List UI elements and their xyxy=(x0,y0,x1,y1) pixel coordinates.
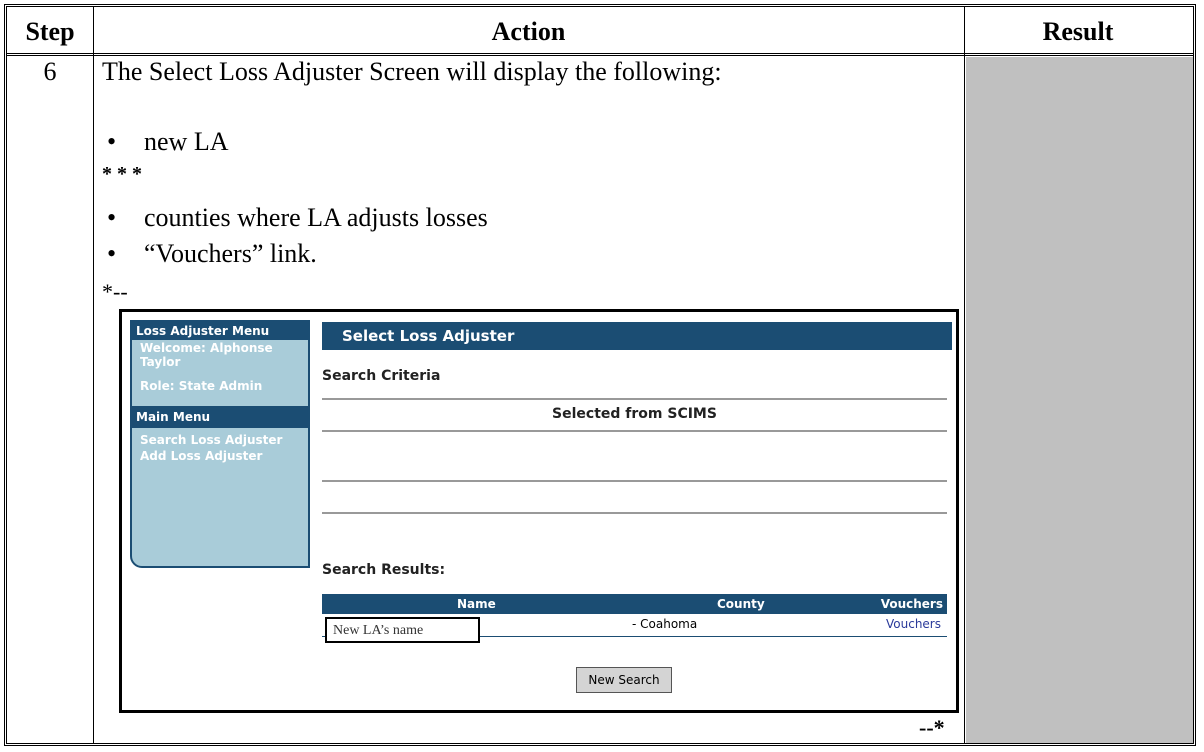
column-divider xyxy=(93,7,94,743)
result-cell xyxy=(966,57,1193,743)
welcome-text: Welcome: Alphonse Taylor xyxy=(140,341,273,369)
divider xyxy=(322,480,947,482)
column-divider xyxy=(964,7,965,743)
new-search-button[interactable]: New Search xyxy=(576,667,672,693)
vouchers-link[interactable]: Vouchers xyxy=(886,617,941,631)
sidebar-menu-title: Loss Adjuster Menu xyxy=(132,322,308,340)
divider xyxy=(322,512,947,514)
step-number: 6 xyxy=(43,57,57,86)
bullet-text: counties where LA adjusts losses xyxy=(144,203,488,232)
procedure-table: Step Action Result 6 The Select Loss Adj… xyxy=(4,4,1196,746)
change-stars: * * * xyxy=(102,163,142,185)
selected-from-label: Selected from SCIMS xyxy=(552,406,717,422)
column-header-county: County xyxy=(717,597,765,611)
header-step: Step xyxy=(25,17,75,46)
sidebar-item-search[interactable]: Search Loss Adjuster xyxy=(132,432,308,448)
bullet-icon: • xyxy=(107,239,117,268)
action-intro: The Select Loss Adjuster Screen will dis… xyxy=(102,57,722,86)
divider xyxy=(322,430,947,432)
bullet-icon: • xyxy=(107,203,117,232)
sidebar-item-add[interactable]: Add Loss Adjuster xyxy=(132,448,308,464)
header-divider xyxy=(7,53,1193,56)
header-result: Result xyxy=(1042,17,1114,46)
bullet-icon: • xyxy=(107,127,117,156)
results-header: Name County Vouchers xyxy=(322,594,947,614)
search-criteria-label: Search Criteria xyxy=(322,368,441,384)
column-header-name: Name xyxy=(457,597,496,611)
page-title: Select Loss Adjuster xyxy=(322,322,952,350)
divider xyxy=(322,398,947,400)
embedded-screenshot: Loss Adjuster Menu Welcome: Alphonse Tay… xyxy=(119,309,959,713)
bullet-text: new LA xyxy=(144,127,229,156)
change-end-marker: --* xyxy=(919,715,945,740)
role-text: Role: State Admin xyxy=(140,379,263,393)
bullet-text: “Vouchers” link. xyxy=(144,239,317,268)
change-start-marker: *-- xyxy=(102,279,128,304)
main-menu-header: Main Menu xyxy=(132,406,308,428)
name-callout[interactable]: New LA’s name xyxy=(325,617,480,643)
search-results-label: Search Results: xyxy=(322,562,446,578)
column-header-vouchers: Vouchers xyxy=(880,597,943,611)
header-action: Action xyxy=(491,17,566,46)
county-cell: - Coahoma xyxy=(632,617,698,631)
sidebar: Loss Adjuster Menu Welcome: Alphonse Tay… xyxy=(130,320,310,568)
